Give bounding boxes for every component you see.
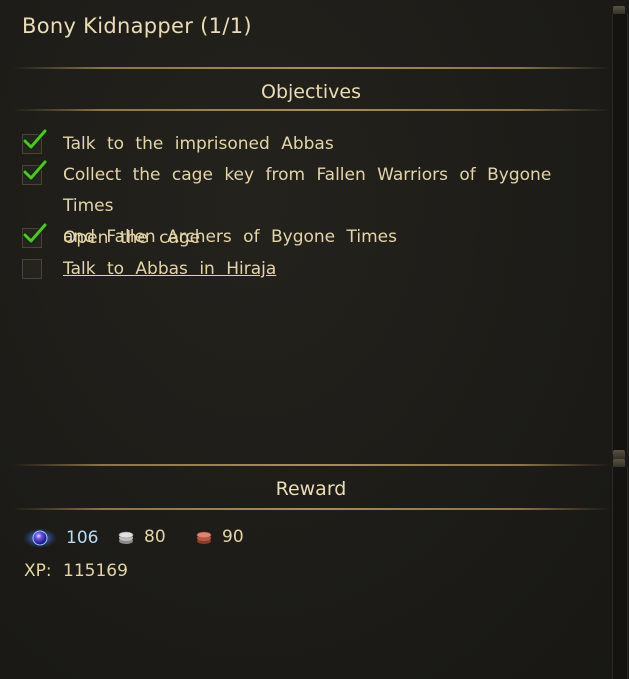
xp-label: XP:: [24, 561, 52, 581]
orb-value: 106: [66, 528, 99, 548]
divider: [12, 464, 610, 466]
divider: [12, 67, 610, 69]
xp-reward: XP: 115169: [24, 561, 128, 581]
copper-value: 90: [222, 527, 244, 547]
xp-value: 115169: [63, 561, 128, 581]
quest-panel: Bony Kidnapper (1/1) Objectives Talk to …: [0, 0, 629, 679]
objective-text: Collect the cage key from Fallen Warrior…: [63, 165, 552, 216]
objective-checkbox: [22, 222, 48, 248]
copper-coins-icon: [196, 531, 212, 544]
silver-value: 80: [144, 527, 166, 547]
objective-checkbox: [22, 159, 48, 185]
objective-item: Talk to the imprisoned Abbas: [22, 128, 607, 160]
objectives-header: Objectives: [261, 81, 361, 103]
objective-text: Open the cage: [63, 228, 201, 248]
objectives-scrollbar[interactable]: [612, 14, 628, 454]
objective-item: Talk to Abbas in Hiraja: [22, 254, 607, 285]
objective-text: Talk to the imprisoned Abbas: [63, 134, 334, 154]
divider: [12, 508, 610, 510]
silver-reward: 80: [116, 527, 166, 547]
objective-checkbox: [22, 259, 42, 279]
check-icon: [22, 159, 48, 181]
divider: [12, 109, 610, 111]
objective-checkbox: [22, 128, 48, 154]
reward-scrollbar[interactable]: [612, 467, 628, 679]
orb-reward: 106: [22, 527, 98, 549]
objective-item: Open the cage: [22, 222, 607, 254]
copper-reward: 90: [194, 527, 244, 547]
objective-link[interactable]: Talk to Abbas in Hiraja: [63, 254, 607, 285]
blue-orb-icon: [23, 528, 57, 548]
quest-title: Bony Kidnapper (1/1): [22, 14, 252, 38]
check-icon: [22, 222, 48, 244]
silver-coins-icon: [118, 531, 134, 544]
reward-header: Reward: [275, 478, 347, 500]
check-icon: [22, 128, 48, 150]
